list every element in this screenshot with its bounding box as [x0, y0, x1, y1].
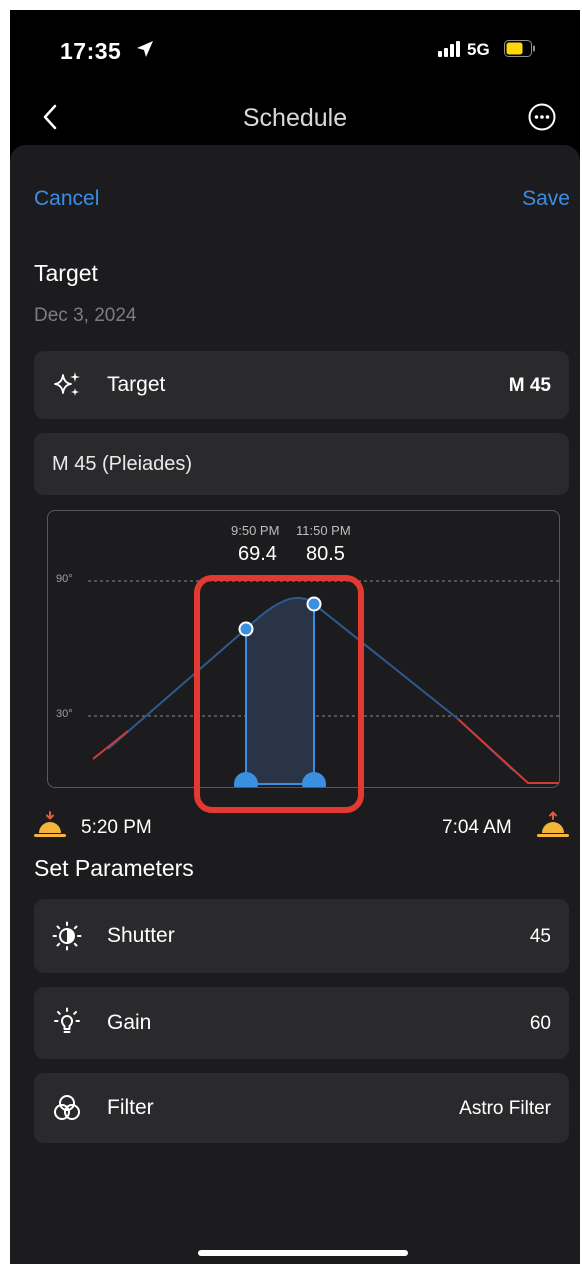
home-indicator: [198, 1250, 408, 1256]
phone-screen: 17:35 5G Schedule Cancel Save Target Dec…: [10, 10, 580, 1264]
sparkle-icon: [54, 372, 80, 396]
filter-row[interactable]: Filter Astro Filter: [34, 1073, 569, 1143]
save-button[interactable]: Save: [522, 187, 570, 211]
more-options-icon[interactable]: [527, 102, 557, 132]
filter-label: Filter: [107, 1096, 154, 1119]
filter-value: Astro Filter: [459, 1098, 551, 1119]
target-row[interactable]: Target M 45: [34, 351, 569, 419]
range-end-altitude: 80.5: [306, 543, 345, 565]
sunrise-icon: [537, 811, 569, 837]
target-label: Target: [107, 373, 166, 396]
nav-bar: Schedule: [10, 90, 580, 152]
schedule-date: Dec 3, 2024: [34, 305, 137, 326]
target-value: M 45: [508, 375, 551, 396]
gain-icon: [54, 1007, 80, 1033]
shutter-label: Shutter: [107, 924, 175, 947]
target-section-title: Target: [34, 260, 98, 286]
battery-icon: [504, 40, 535, 57]
filter-icon: [54, 1095, 80, 1120]
altitude-curve-day-left: [92, 730, 129, 760]
gain-value: 60: [529, 1013, 551, 1034]
sunrise-time: 7:04 AM: [442, 817, 512, 838]
gain-row[interactable]: Gain 60: [34, 987, 569, 1059]
target-name-field[interactable]: M 45 (Pleiades): [34, 433, 569, 495]
shutter-icon: [52, 921, 82, 951]
range-end-time: 11:50 PM: [296, 523, 351, 538]
status-time: 17:35: [60, 38, 122, 64]
signal-icon: [438, 41, 460, 57]
sunset-icon: [34, 811, 66, 837]
selection-highlight-box: [194, 575, 364, 813]
altitude-curve-day-right: [457, 718, 559, 784]
range-start-altitude: 69.4: [238, 543, 277, 565]
status-bar: 17:35 5G: [10, 10, 580, 90]
cancel-button[interactable]: Cancel: [34, 187, 99, 211]
sunset-time: 5:20 PM: [81, 817, 152, 838]
location-arrow-icon: [137, 41, 153, 57]
page-title: Schedule: [242, 104, 348, 132]
range-start-time: 9:50 PM: [231, 523, 280, 538]
target-name-text: M 45 (Pleiades): [52, 453, 193, 475]
grid-label-30: 30°: [56, 708, 73, 720]
network-type: 5G: [467, 40, 490, 59]
shutter-value: 45: [529, 926, 551, 947]
parameters-section-title: Set Parameters: [34, 855, 194, 881]
gain-label: Gain: [107, 1011, 152, 1034]
shutter-row[interactable]: Shutter 45: [34, 899, 569, 973]
grid-label-90: 90°: [56, 573, 73, 585]
